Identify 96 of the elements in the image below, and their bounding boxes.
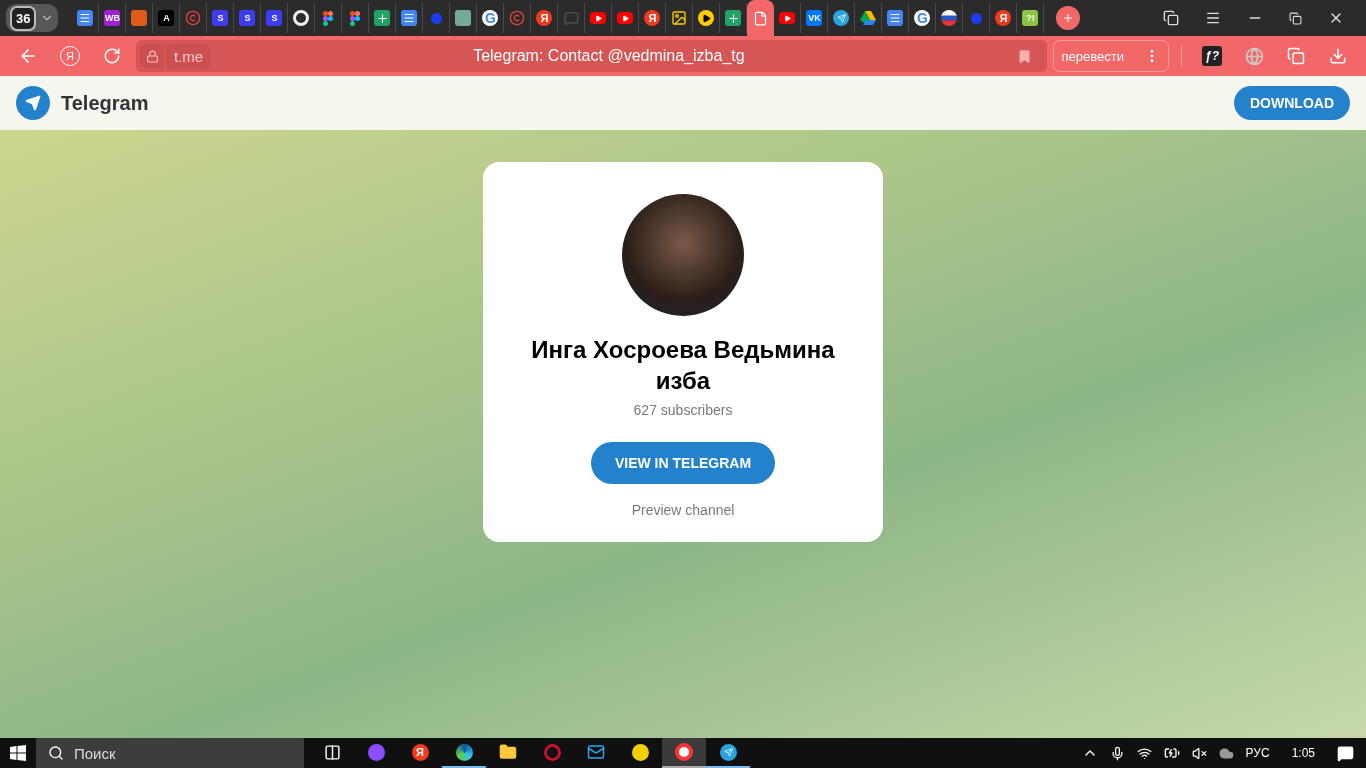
- search-bar[interactable]: Поиск: [36, 738, 304, 768]
- extension-button[interactable]: ƒ?: [1194, 41, 1230, 71]
- search-field[interactable]: Поиск: [72, 743, 304, 763]
- windows-icon: [10, 745, 26, 761]
- app-logo: Я: [411, 743, 429, 761]
- site-logo: A: [158, 10, 175, 26]
- microphone-icon[interactable]: [1109, 745, 1125, 761]
- channel-name: Инга Хосроева Ведьмина изба: [530, 335, 836, 396]
- play-icon: [698, 10, 715, 26]
- site-logo: S: [239, 10, 256, 26]
- view-in-telegram-button[interactable]: VIEW IN TELEGRAM: [590, 442, 776, 484]
- brand-name: Telegram: [61, 91, 149, 115]
- download-icon: [1329, 47, 1347, 65]
- clock[interactable]: 1:05: [1291, 746, 1315, 760]
- browser-icon: [675, 743, 693, 761]
- tab-count: 36: [10, 5, 37, 31]
- document-icon: [77, 10, 94, 26]
- extension-icon: [1287, 47, 1305, 65]
- language-indicator[interactable]: РУС: [1245, 746, 1270, 760]
- subscriber-count: 627 subscribers: [633, 402, 733, 418]
- bookmarks-icon[interactable]: [1163, 10, 1179, 26]
- flag-icon: [941, 10, 958, 26]
- copyright-icon: [185, 10, 202, 26]
- browser-tab[interactable]: Я: [531, 3, 559, 33]
- search-icon: [48, 745, 64, 761]
- drive-icon: [860, 11, 877, 25]
- chat-icon: [563, 10, 579, 26]
- menu-icon[interactable]: [1205, 10, 1221, 26]
- browser-tab[interactable]: S: [261, 3, 289, 33]
- browser-tab[interactable]: G: [477, 3, 505, 33]
- image-icon: [671, 10, 688, 26]
- browser-icon: [455, 743, 473, 761]
- telegram-icon: [833, 10, 850, 26]
- reload-icon: [103, 47, 121, 65]
- notifications-icon[interactable]: [1337, 744, 1354, 762]
- browser-tab[interactable]: S: [207, 3, 235, 33]
- assistant-icon: [367, 743, 385, 761]
- spreadsheet-icon: [374, 10, 391, 26]
- folder-icon: [499, 743, 517, 761]
- restore-icon[interactable]: [1289, 11, 1302, 25]
- site-logo: S: [266, 10, 283, 26]
- tab-counter[interactable]: 36: [6, 4, 59, 32]
- battery-icon[interactable]: [1163, 745, 1180, 761]
- spreadsheet-icon: [725, 10, 742, 26]
- browser-tab[interactable]: VK: [801, 3, 829, 33]
- page-title: Telegram: Contact @vedmina_izba_tg: [472, 47, 746, 65]
- site-logo: S: [212, 10, 229, 26]
- mail-icon: [587, 743, 605, 761]
- site-logo: WB: [104, 10, 121, 26]
- site-logo: G: [482, 10, 499, 26]
- figma-icon: [323, 10, 334, 26]
- browser-tab[interactable]: WB: [99, 3, 127, 33]
- home-button[interactable]: Я: [52, 41, 88, 71]
- page-icon: [753, 10, 769, 26]
- task-view-icon: [323, 743, 341, 761]
- extension-logo: ƒ?: [1202, 46, 1222, 66]
- play-icon: [617, 12, 634, 24]
- new-tab-button[interactable]: [1056, 6, 1081, 30]
- browser-tab[interactable]: Я: [639, 3, 667, 33]
- play-icon: [779, 12, 796, 24]
- lock-icon: [140, 44, 164, 68]
- ring-icon: [293, 10, 310, 26]
- copyright-icon: [509, 10, 526, 26]
- browser-tab[interactable]: S: [234, 3, 262, 33]
- taskbar-app[interactable]: Я: [398, 738, 442, 768]
- document-icon: [401, 10, 418, 26]
- browser-tab[interactable]: Я: [990, 3, 1018, 33]
- mute-icon[interactable]: [1191, 745, 1207, 761]
- site-logo: ?!: [1022, 10, 1039, 26]
- site-logo: Я: [536, 10, 553, 26]
- dot-icon: [970, 12, 982, 24]
- app-logo-icon: [631, 743, 649, 761]
- site-logo: Я: [644, 10, 661, 26]
- domain-label: t.me: [166, 43, 212, 69]
- browser-tab[interactable]: A: [153, 3, 181, 33]
- translate-label: перевести: [1061, 48, 1124, 64]
- wifi-icon[interactable]: [1136, 745, 1152, 761]
- dot-icon: [430, 12, 442, 24]
- telegram-logo-icon: [16, 86, 50, 120]
- site-logo: Я: [995, 10, 1012, 26]
- figma-icon: [350, 10, 361, 26]
- site-logo: VK: [806, 10, 823, 26]
- ring-icon: [543, 743, 561, 761]
- address-bar[interactable]: t.me Telegram: Contact @vedmina_izba_tg: [136, 40, 1047, 72]
- cloud-icon[interactable]: [1218, 745, 1234, 761]
- browser-tab[interactable]: G: [909, 3, 937, 33]
- site-logo: G: [914, 10, 931, 26]
- play-icon: [590, 12, 607, 24]
- taskbar-app[interactable]: [662, 738, 706, 768]
- document-icon: [887, 10, 904, 26]
- telegram-icon: [719, 743, 737, 761]
- browser-tab[interactable]: [747, 0, 775, 36]
- translate-button[interactable]: перевести: [1052, 40, 1169, 72]
- globe-icon: [1244, 46, 1264, 66]
- preview-channel-link[interactable]: Preview channel: [631, 502, 735, 518]
- download-button[interactable]: DOWNLOAD: [1234, 86, 1350, 120]
